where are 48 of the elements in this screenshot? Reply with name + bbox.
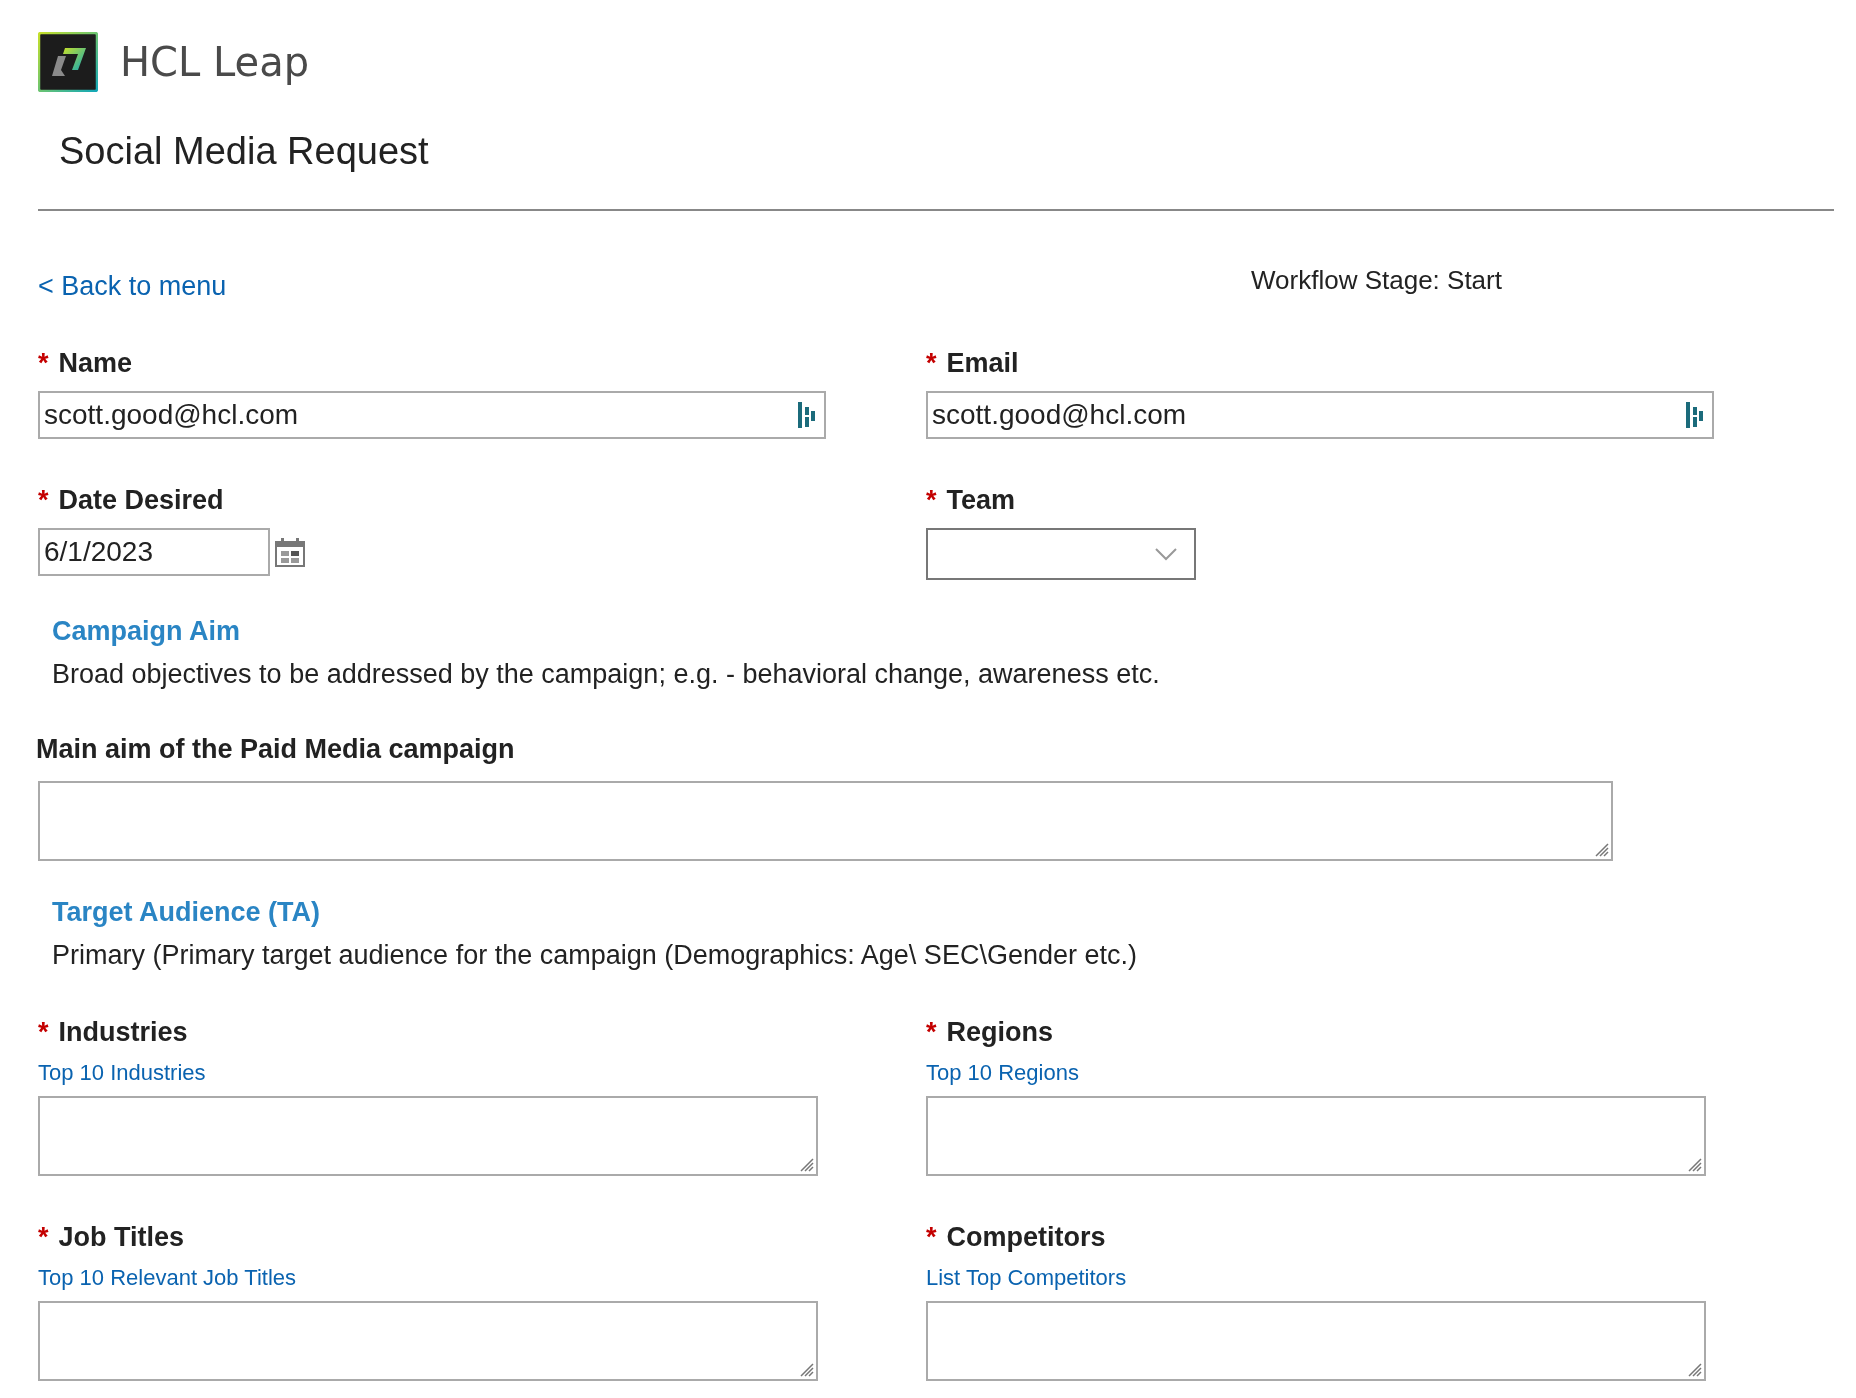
team-dropdown[interactable] xyxy=(926,528,1196,580)
resize-grip-icon[interactable] xyxy=(798,1156,814,1172)
field-label: Industries xyxy=(58,1017,188,1048)
app-name: HCL Leap xyxy=(120,39,310,85)
form-title: Social Media Request xyxy=(59,130,430,173)
hint-link[interactable]: List Top Competitors xyxy=(926,1265,1834,1291)
calendar-icon[interactable] xyxy=(274,536,306,568)
required-asterisk: * xyxy=(926,485,937,516)
required-asterisk: * xyxy=(38,348,49,379)
date-field[interactable]: 6/1/2023 xyxy=(38,528,270,576)
required-asterisk: * xyxy=(926,1017,937,1048)
field-label: Competitors xyxy=(946,1222,1106,1253)
chevron-down-icon xyxy=(1154,547,1178,561)
workflow-stage: Workflow Stage: Start xyxy=(1251,265,1502,296)
hint-link[interactable]: Top 10 Relevant Job Titles xyxy=(38,1265,926,1291)
section-description: Broad objectives to be addressed by the campaign; e.g. - behavioral change, awareness etc. xyxy=(52,659,1161,690)
section-description: Primary (Primary target audience for the campaign (Demographics: Age\ SEC\Gender etc.) xyxy=(52,940,1138,971)
resize-grip-icon[interactable] xyxy=(1593,841,1609,857)
field-label: Main aim of the Paid Media campaign xyxy=(36,734,515,765)
field-label: Email xyxy=(946,348,1019,379)
field-label: Regions xyxy=(946,1017,1054,1048)
required-asterisk: * xyxy=(926,348,937,379)
field-label: Name xyxy=(58,348,133,379)
resize-grip-icon[interactable] xyxy=(1686,1361,1702,1377)
section-heading: Target Audience (TA) xyxy=(52,897,321,928)
hint-link[interactable]: Top 10 Industries xyxy=(38,1060,926,1086)
section-heading: Campaign Aim xyxy=(52,616,242,647)
text-field[interactable]: scott.good@hcl.com xyxy=(926,391,1714,439)
hint-link[interactable]: Top 10 Regions xyxy=(926,1060,1834,1086)
text-area[interactable] xyxy=(38,1096,818,1176)
text-area[interactable] xyxy=(926,1301,1706,1381)
required-asterisk: * xyxy=(926,1222,937,1253)
resize-grip-icon[interactable] xyxy=(798,1361,814,1377)
text-area[interactable] xyxy=(926,1096,1706,1176)
lookup-icon[interactable] xyxy=(1684,401,1704,429)
required-asterisk: * xyxy=(38,485,49,516)
back-to-menu-link[interactable]: < Back to menu xyxy=(38,271,1251,302)
required-asterisk: * xyxy=(38,1222,49,1253)
text-field[interactable]: scott.good@hcl.com xyxy=(38,391,826,439)
logo-icon xyxy=(38,32,98,92)
text-area[interactable] xyxy=(38,1301,818,1381)
field-label: Team xyxy=(946,485,1016,516)
field-label: Job Titles xyxy=(58,1222,185,1253)
text-area[interactable] xyxy=(38,781,1613,861)
resize-grip-icon[interactable] xyxy=(1686,1156,1702,1172)
lookup-icon[interactable] xyxy=(796,401,816,429)
field-label: Date Desired xyxy=(58,485,224,516)
required-asterisk: * xyxy=(38,1017,49,1048)
